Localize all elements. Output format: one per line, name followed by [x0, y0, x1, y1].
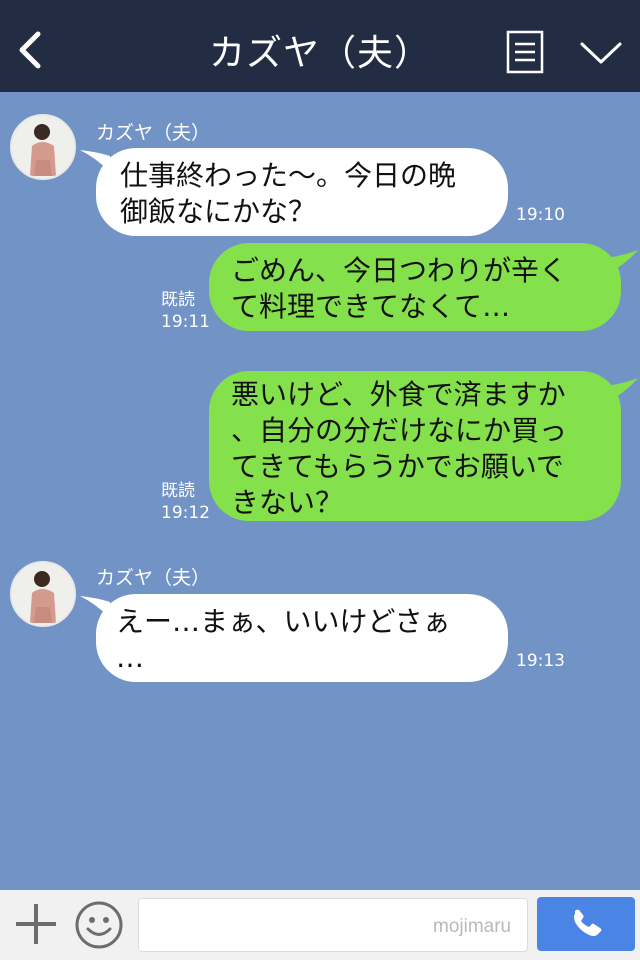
call-button[interactable]	[537, 897, 635, 951]
message-time: 19:12	[161, 503, 210, 523]
avatar[interactable]	[10, 114, 76, 180]
read-label: 既読	[161, 290, 195, 310]
sender-name: カズヤ（夫）	[96, 567, 211, 589]
message-time: 19:10	[516, 205, 565, 225]
phone-icon	[574, 909, 602, 936]
add-attachment-button[interactable]	[14, 902, 58, 946]
menu-button[interactable]	[506, 30, 544, 74]
person-icon	[12, 116, 74, 178]
message-time: 19:11	[161, 312, 210, 332]
chat-title: カズヤ（夫）	[208, 33, 431, 74]
chevron-down-icon	[580, 42, 622, 64]
message-bubble-outgoing[interactable]: 悪いけど、外食で済ますか 、自分の分だけなにか買っ てきてもらうかでお願いで き…	[209, 371, 621, 521]
smiley-icon	[75, 901, 123, 949]
message-bubble-incoming[interactable]: 仕事終わった〜。今日の晩 御飯なにかな？	[96, 148, 508, 236]
message-input-bar: mojimaru	[0, 890, 640, 960]
message-bubble-outgoing[interactable]: ごめん、今日つわりが辛く て料理できてなくて…	[209, 243, 621, 331]
read-receipt: 既読 19:12	[161, 480, 210, 524]
read-label: 既読	[161, 481, 195, 501]
read-receipt: 既読 19:11	[161, 289, 210, 333]
sender-name: カズヤ（夫）	[96, 122, 211, 144]
watermark: mojimaru	[433, 916, 512, 937]
plus-icon	[16, 904, 56, 944]
collapse-button[interactable]	[578, 38, 624, 68]
avatar[interactable]	[10, 561, 76, 627]
person-icon	[12, 563, 74, 625]
list-icon	[506, 30, 544, 74]
emoji-button[interactable]	[74, 900, 124, 950]
chat-header: カズヤ（夫）	[0, 0, 640, 92]
message-time: 19:13	[516, 651, 565, 671]
message-bubble-incoming[interactable]: えー…まぁ、いいけどさぁ …	[96, 594, 508, 682]
